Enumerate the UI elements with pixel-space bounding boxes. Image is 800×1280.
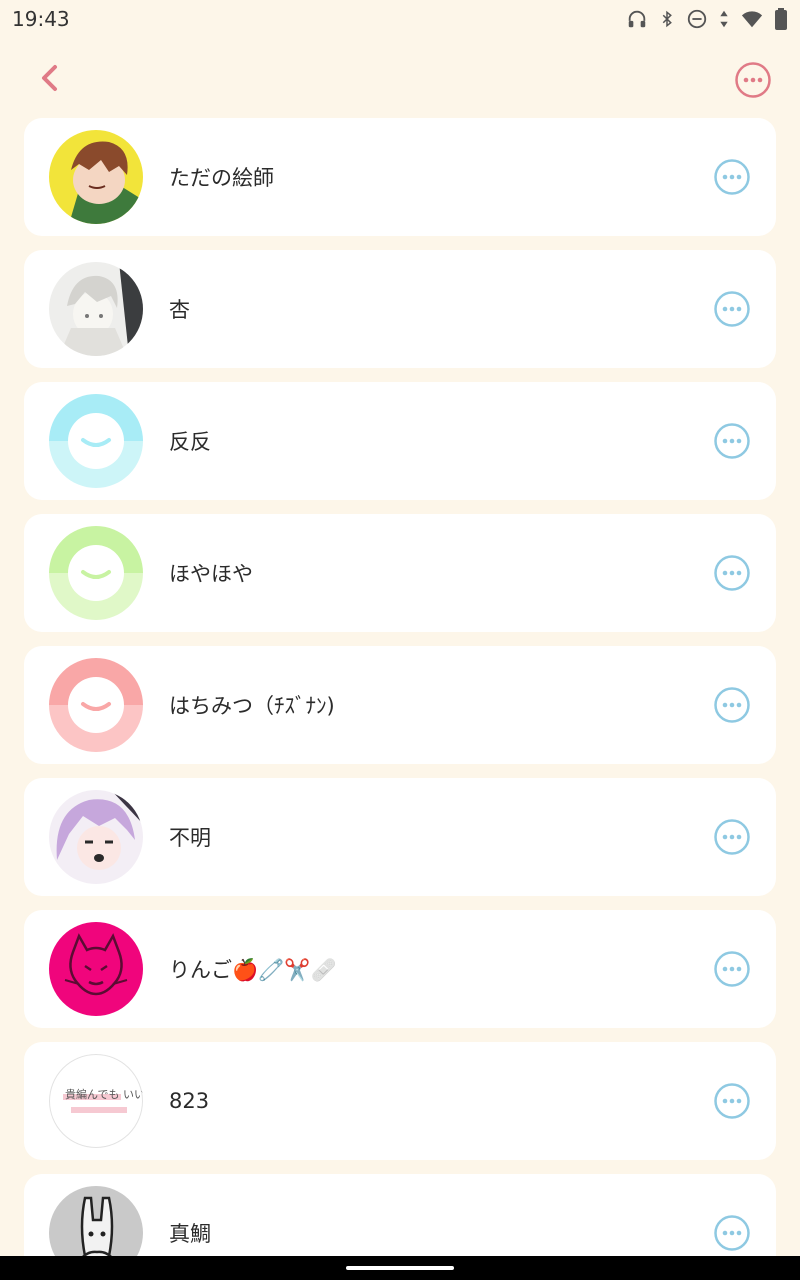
status-time: 19:43	[12, 7, 70, 31]
do-not-disturb-icon	[686, 8, 708, 30]
avatar[interactable]	[49, 262, 143, 356]
more-options-icon	[713, 159, 751, 200]
avatar[interactable]	[49, 130, 143, 224]
user-list: ただの絵師 杏 反反 ほやほや はちみつ（ﾁｽﾞﾅﾝ) 不明 りんご🍎🧷✂️🩹 …	[24, 118, 776, 1258]
data-arrows-icon	[718, 8, 730, 30]
user-name: 不明	[169, 826, 211, 850]
battery-icon	[774, 7, 788, 31]
avatar[interactable]	[49, 394, 143, 488]
more-options-icon	[713, 687, 751, 728]
user-name: 反反	[169, 430, 211, 454]
row-more-button[interactable]	[713, 686, 751, 724]
more-options-icon	[713, 1083, 751, 1124]
list-item[interactable]: 反反	[24, 382, 776, 500]
user-name: ただの絵師	[169, 166, 274, 190]
avatar[interactable]	[49, 790, 143, 884]
wifi-icon	[740, 8, 764, 30]
user-name: りんご🍎🧷✂️🩹	[169, 958, 337, 982]
list-item[interactable]: 不明	[24, 778, 776, 896]
list-item[interactable]: 真鯛	[24, 1174, 776, 1258]
more-options-icon	[734, 62, 772, 103]
home-gesture-handle[interactable]	[346, 1266, 454, 1270]
row-more-button[interactable]	[713, 950, 751, 988]
row-more-button[interactable]	[713, 1082, 751, 1120]
row-more-button[interactable]	[713, 422, 751, 460]
back-button[interactable]	[30, 58, 70, 102]
user-name: 823	[169, 1089, 210, 1113]
row-more-button[interactable]	[713, 554, 751, 592]
avatar[interactable]	[49, 526, 143, 620]
status-icons	[626, 7, 788, 31]
chevron-left-icon	[39, 63, 61, 97]
more-options-icon	[713, 555, 751, 596]
row-more-button[interactable]	[713, 1214, 751, 1252]
system-navigation-bar	[0, 1256, 800, 1280]
list-item[interactable]: 杏	[24, 250, 776, 368]
avatar[interactable]: 貴編んでも いいんだよ。	[49, 1054, 143, 1148]
user-name: 杏	[169, 298, 190, 322]
more-options-icon	[713, 291, 751, 332]
list-item[interactable]: ただの絵師	[24, 118, 776, 236]
row-more-button[interactable]	[713, 818, 751, 856]
user-name: ほやほや	[169, 562, 253, 586]
avatar[interactable]	[49, 1186, 143, 1258]
avatar-handwriting: 貴編んでも いいんだよ。	[65, 1087, 143, 1101]
list-item[interactable]: ほやほや	[24, 514, 776, 632]
bluetooth-icon	[658, 8, 676, 30]
list-item[interactable]: はちみつ（ﾁｽﾞﾅﾝ)	[24, 646, 776, 764]
headphones-icon	[626, 8, 648, 30]
more-options-icon	[713, 423, 751, 464]
user-name: 真鯛	[169, 1222, 211, 1246]
more-options-button[interactable]	[734, 61, 772, 99]
list-item[interactable]: りんご🍎🧷✂️🩹	[24, 910, 776, 1028]
more-options-icon	[713, 1215, 751, 1256]
row-more-button[interactable]	[713, 290, 751, 328]
more-options-icon	[713, 951, 751, 992]
avatar[interactable]	[49, 922, 143, 1016]
row-more-button[interactable]	[713, 158, 751, 196]
user-name: はちみつ（ﾁｽﾞﾅﾝ)	[169, 694, 335, 718]
list-item[interactable]: 貴編んでも いいんだよ。 823	[24, 1042, 776, 1160]
status-bar: 19:43	[0, 0, 800, 38]
more-options-icon	[713, 819, 751, 860]
avatar[interactable]	[49, 658, 143, 752]
app-bar	[0, 50, 800, 110]
